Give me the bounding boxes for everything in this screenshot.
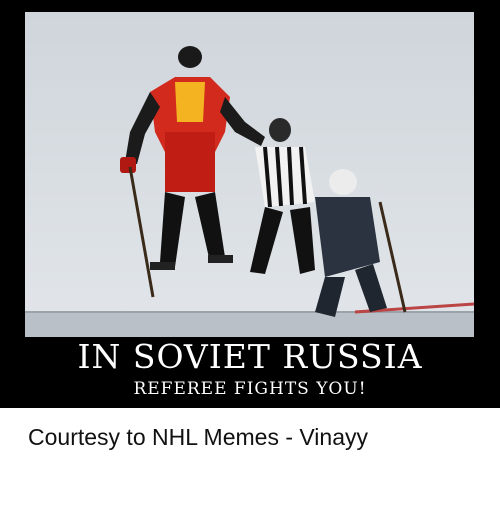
motivational-poster: IN SOVIET RUSSIA REFEREE FIGHTS YOU!	[0, 0, 500, 408]
caption-text: Courtesy to NHL Memes - Vinayy	[28, 424, 369, 450]
poster-title: IN SOVIET RUSSIA	[77, 337, 423, 376]
poster-subtitle: REFEREE FIGHTS YOU!	[133, 379, 367, 399]
hockey-photo	[25, 12, 474, 337]
rink-boards	[25, 312, 474, 337]
hockey-scene-illustration	[25, 12, 474, 337]
meme-page: IN SOVIET RUSSIA REFEREE FIGHTS YOU! Cou…	[0, 0, 500, 520]
ice-surface	[25, 12, 474, 337]
